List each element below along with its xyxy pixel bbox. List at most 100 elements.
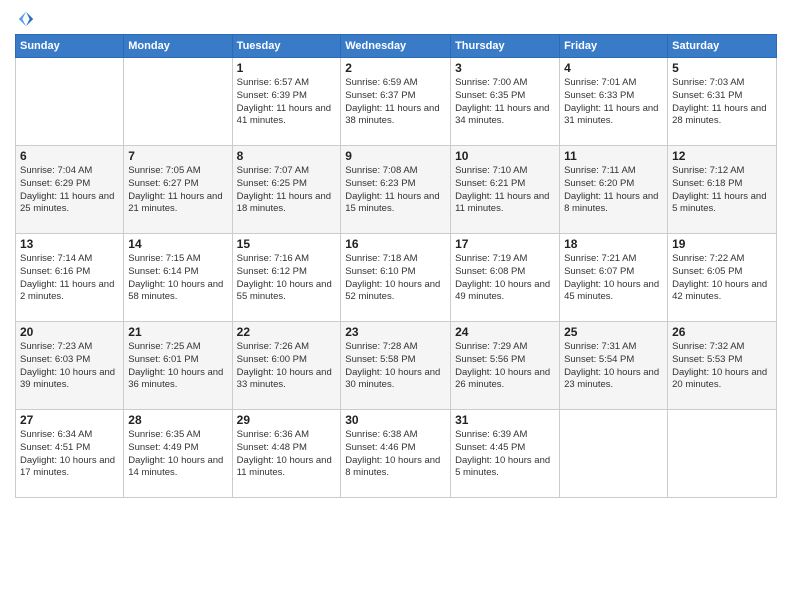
day-info: Sunrise: 6:35 AM Sunset: 4:49 PM Dayligh…: [128, 429, 227, 480]
calendar-cell: 5 Sunrise: 7:03 AM Sunset: 6:31 PM Daylig…: [668, 58, 777, 146]
calendar-cell: [560, 410, 668, 498]
calendar-cell: 8 Sunrise: 7:07 AM Sunset: 6:25 PM Daylig…: [232, 146, 341, 234]
calendar-cell: 30Sunrise: 6:38 AM Sunset: 4:46 PM Dayli…: [341, 410, 451, 498]
calendar-cell: 11 Sunrise: 7:11 AM Sunset: 6:20 PM Dayli…: [560, 146, 668, 234]
day-number: 5: [672, 61, 772, 75]
day-info: Sunrise: 7:12 AM Sunset: 6:18 PM Dayligh…: [672, 165, 772, 216]
calendar-header: SundayMondayTuesdayWednesdayThursdayFrid…: [16, 35, 777, 58]
day-number: 1: [237, 61, 337, 75]
calendar-cell: [668, 410, 777, 498]
day-number: 16: [345, 237, 446, 251]
day-info: Sunrise: 7:08 AM Sunset: 6:23 PM Dayligh…: [345, 165, 446, 216]
day-number: 7: [128, 149, 227, 163]
day-number: 11: [564, 149, 663, 163]
day-number: 15: [237, 237, 337, 251]
page: SundayMondayTuesdayWednesdayThursdayFrid…: [0, 0, 792, 508]
calendar-cell: 17 Sunrise: 7:19 AM Sunset: 6:08 PM Dayli…: [451, 234, 560, 322]
day-number: 4: [564, 61, 663, 75]
day-number: 2: [345, 61, 446, 75]
week-row-2: 6 Sunrise: 7:04 AM Sunset: 6:29 PM Daylig…: [16, 146, 777, 234]
calendar-cell: 21 Sunrise: 7:25 AM Sunset: 6:01 PM Dayli…: [124, 322, 232, 410]
day-number: 31: [455, 413, 555, 427]
day-number: 29: [237, 413, 337, 427]
day-info: Sunrise: 7:15 AM Sunset: 6:14 PM Dayligh…: [128, 253, 227, 304]
day-number: 6: [20, 149, 119, 163]
calendar-cell: 19Sunrise: 7:22 AM Sunset: 6:05 PM Dayli…: [668, 234, 777, 322]
week-row-1: 1 Sunrise: 6:57 AM Sunset: 6:39 PM Daylig…: [16, 58, 777, 146]
day-info: Sunrise: 6:38 AM Sunset: 4:46 PM Dayligh…: [345, 429, 446, 480]
day-info: Sunrise: 6:57 AM Sunset: 6:39 PM Dayligh…: [237, 77, 337, 128]
calendar-cell: 6 Sunrise: 7:04 AM Sunset: 6:29 PM Daylig…: [16, 146, 124, 234]
day-info: Sunrise: 7:05 AM Sunset: 6:27 PM Dayligh…: [128, 165, 227, 216]
day-info: Sunrise: 7:16 AM Sunset: 6:12 PM Dayligh…: [237, 253, 337, 304]
day-info: Sunrise: 7:32 AM Sunset: 5:53 PM Dayligh…: [672, 341, 772, 392]
calendar-cell: 31 Sunrise: 6:39 AM Sunset: 4:45 PM Dayli…: [451, 410, 560, 498]
calendar-cell: 18Sunrise: 7:21 AM Sunset: 6:07 PM Dayli…: [560, 234, 668, 322]
day-info: Sunrise: 7:23 AM Sunset: 6:03 PM Dayligh…: [20, 341, 119, 392]
day-info: Sunrise: 7:19 AM Sunset: 6:08 PM Dayligh…: [455, 253, 555, 304]
logo: [15, 10, 37, 28]
day-info: Sunrise: 7:07 AM Sunset: 6:25 PM Dayligh…: [237, 165, 337, 216]
day-info: Sunrise: 7:28 AM Sunset: 5:58 PM Dayligh…: [345, 341, 446, 392]
calendar-cell: 14 Sunrise: 7:15 AM Sunset: 6:14 PM Dayli…: [124, 234, 232, 322]
day-info: Sunrise: 6:59 AM Sunset: 6:37 PM Dayligh…: [345, 77, 446, 128]
day-header-thursday: Thursday: [451, 35, 560, 58]
day-info: Sunrise: 7:26 AM Sunset: 6:00 PM Dayligh…: [237, 341, 337, 392]
day-info: Sunrise: 7:01 AM Sunset: 6:33 PM Dayligh…: [564, 77, 663, 128]
day-info: Sunrise: 7:03 AM Sunset: 6:31 PM Dayligh…: [672, 77, 772, 128]
calendar-cell: [124, 58, 232, 146]
day-number: 25: [564, 325, 663, 339]
day-info: Sunrise: 6:36 AM Sunset: 4:48 PM Dayligh…: [237, 429, 337, 480]
logo-icon: [17, 10, 35, 28]
day-header-monday: Monday: [124, 35, 232, 58]
calendar-cell: 10Sunrise: 7:10 AM Sunset: 6:21 PM Dayli…: [451, 146, 560, 234]
day-info: Sunrise: 6:39 AM Sunset: 4:45 PM Dayligh…: [455, 429, 555, 480]
logo-area: [15, 10, 37, 28]
day-header-friday: Friday: [560, 35, 668, 58]
day-info: Sunrise: 7:04 AM Sunset: 6:29 PM Dayligh…: [20, 165, 119, 216]
calendar-cell: 29 Sunrise: 6:36 AM Sunset: 4:48 PM Dayli…: [232, 410, 341, 498]
week-row-4: 20 Sunrise: 7:23 AM Sunset: 6:03 PM Dayli…: [16, 322, 777, 410]
day-number: 21: [128, 325, 227, 339]
calendar-cell: 16 Sunrise: 7:18 AM Sunset: 6:10 PM Dayli…: [341, 234, 451, 322]
calendar-cell: 9 Sunrise: 7:08 AM Sunset: 6:23 PM Daylig…: [341, 146, 451, 234]
day-info: Sunrise: 7:18 AM Sunset: 6:10 PM Dayligh…: [345, 253, 446, 304]
day-number: 9: [345, 149, 446, 163]
calendar-cell: 20 Sunrise: 7:23 AM Sunset: 6:03 PM Dayli…: [16, 322, 124, 410]
calendar-cell: 15 Sunrise: 7:16 AM Sunset: 6:12 PM Dayli…: [232, 234, 341, 322]
day-info: Sunrise: 7:11 AM Sunset: 6:20 PM Dayligh…: [564, 165, 663, 216]
day-number: 22: [237, 325, 337, 339]
day-info: Sunrise: 7:10 AM Sunset: 6:21 PM Dayligh…: [455, 165, 555, 216]
header: [15, 10, 777, 28]
day-info: Sunrise: 7:14 AM Sunset: 6:16 PM Dayligh…: [20, 253, 119, 304]
day-header-wednesday: Wednesday: [341, 35, 451, 58]
day-number: 20: [20, 325, 119, 339]
day-number: 26: [672, 325, 772, 339]
calendar-cell: [16, 58, 124, 146]
calendar-cell: 2 Sunrise: 6:59 AM Sunset: 6:37 PM Daylig…: [341, 58, 451, 146]
day-info: Sunrise: 7:22 AM Sunset: 6:05 PM Dayligh…: [672, 253, 772, 304]
day-number: 14: [128, 237, 227, 251]
calendar-cell: 13 Sunrise: 7:14 AM Sunset: 6:16 PM Dayli…: [16, 234, 124, 322]
calendar-cell: 24Sunrise: 7:29 AM Sunset: 5:56 PM Dayli…: [451, 322, 560, 410]
day-number: 12: [672, 149, 772, 163]
day-header-tuesday: Tuesday: [232, 35, 341, 58]
calendar-cell: 22 Sunrise: 7:26 AM Sunset: 6:00 PM Dayli…: [232, 322, 341, 410]
day-header-saturday: Saturday: [668, 35, 777, 58]
calendar-table: SundayMondayTuesdayWednesdayThursdayFrid…: [15, 34, 777, 498]
day-info: Sunrise: 7:25 AM Sunset: 6:01 PM Dayligh…: [128, 341, 227, 392]
calendar-cell: 12 Sunrise: 7:12 AM Sunset: 6:18 PM Dayli…: [668, 146, 777, 234]
calendar-cell: 27Sunrise: 6:34 AM Sunset: 4:51 PM Dayli…: [16, 410, 124, 498]
day-number: 17: [455, 237, 555, 251]
day-number: 3: [455, 61, 555, 75]
week-row-3: 13 Sunrise: 7:14 AM Sunset: 6:16 PM Dayli…: [16, 234, 777, 322]
day-number: 27: [20, 413, 119, 427]
day-number: 13: [20, 237, 119, 251]
day-info: Sunrise: 7:00 AM Sunset: 6:35 PM Dayligh…: [455, 77, 555, 128]
calendar-cell: 23Sunrise: 7:28 AM Sunset: 5:58 PM Dayli…: [341, 322, 451, 410]
calendar-cell: 28 Sunrise: 6:35 AM Sunset: 4:49 PM Dayli…: [124, 410, 232, 498]
day-number: 8: [237, 149, 337, 163]
day-info: Sunrise: 7:31 AM Sunset: 5:54 PM Dayligh…: [564, 341, 663, 392]
day-number: 28: [128, 413, 227, 427]
day-number: 24: [455, 325, 555, 339]
